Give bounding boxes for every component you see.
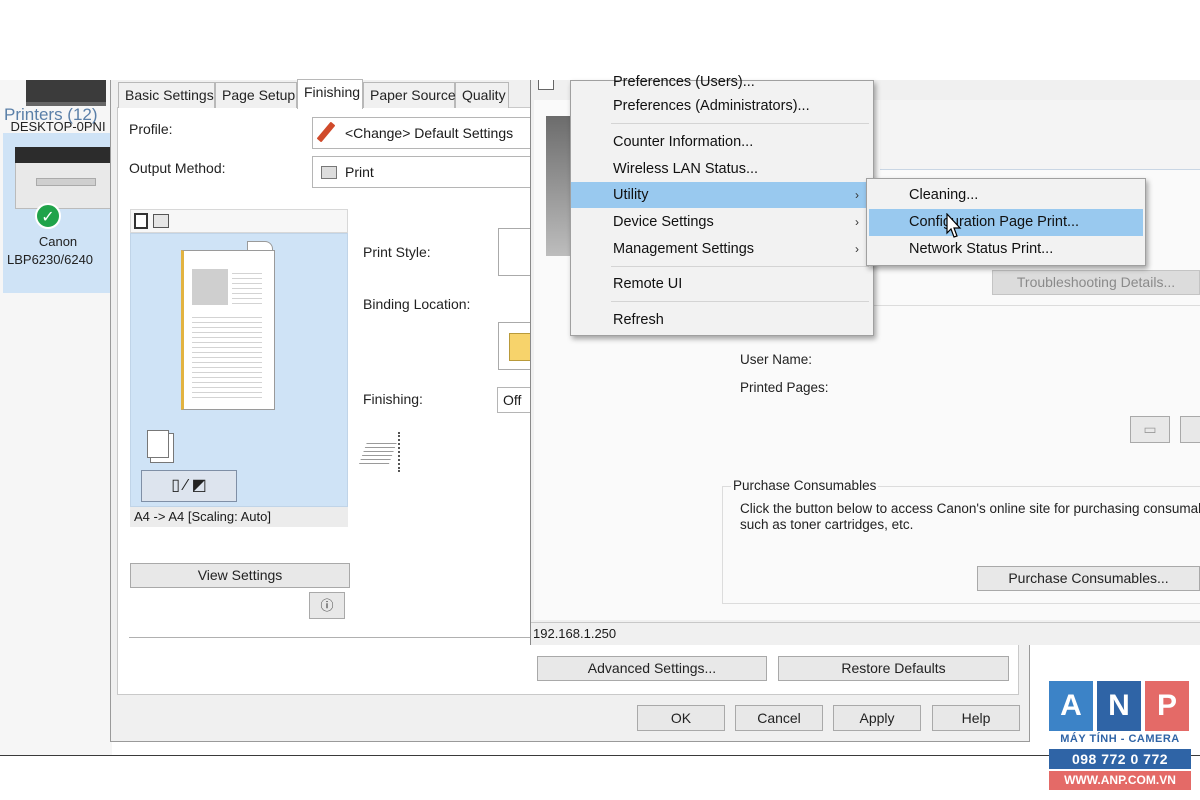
menu-item-device-settings[interactable]: Device Settings ›	[571, 209, 873, 235]
top-blank-band	[0, 0, 1200, 80]
user-name-label: User Name:	[740, 352, 813, 367]
status-header-strip	[880, 100, 1200, 170]
printer-icon	[15, 147, 111, 209]
menu-item-device-settings-label: Device Settings	[613, 214, 714, 230]
stack-depth-icon	[398, 432, 401, 472]
submenu-arrow-icon: ›	[855, 188, 859, 202]
default-printer-check-icon: ✓	[35, 203, 61, 229]
purchase-text-line1: Click the button below to access Canon's…	[740, 501, 1200, 516]
profile-label: Profile:	[129, 121, 173, 137]
utility-submenu: Cleaning... Configuration Page Print... …	[866, 178, 1146, 266]
pencil-icon	[316, 121, 336, 143]
menu-item-counter-information[interactable]: Counter Information...	[571, 129, 873, 155]
computer-icon	[26, 80, 106, 106]
printed-pages-label: Printed Pages:	[740, 380, 829, 395]
logo-letter-n: N	[1097, 681, 1141, 731]
submenu-item-cleaning[interactable]: Cleaning...	[869, 182, 1143, 209]
binding-location-label: Binding Location:	[363, 296, 471, 312]
logo-website: WWW.ANP.COM.VN	[1049, 771, 1191, 790]
logo-tagline: MÁY TÍNH - CAMERA	[1060, 733, 1180, 745]
status-bar-ip: 192.168.1.250	[531, 622, 1200, 644]
restore-defaults-button[interactable]: Restore Defaults	[778, 656, 1009, 681]
tab-quality[interactable]: Quality	[455, 82, 509, 108]
copies-icon	[147, 430, 169, 458]
finishing-mode-button[interactable]: ▯ ⁄ ◩	[141, 470, 237, 502]
mouse-cursor-icon	[946, 213, 962, 238]
submenu-arrow-icon: ›	[855, 242, 859, 256]
output-method-label: Output Method:	[129, 160, 226, 176]
printers-section-heading[interactable]: Printers (12)	[4, 105, 98, 125]
finishing-value: Off	[503, 392, 522, 408]
print-style-selector[interactable]	[498, 228, 532, 276]
logo-letter-a: A	[1049, 681, 1093, 731]
tab-basic-settings[interactable]: Basic Settings	[118, 82, 215, 108]
logo-phone: 098 772 0 772	[1049, 749, 1191, 769]
advanced-settings-button[interactable]: Advanced Settings...	[537, 656, 767, 681]
printer-info-icon[interactable]: ⓘ	[309, 592, 345, 619]
menu-item-preferences-users[interactable]: Preferences (Users)...	[571, 69, 873, 95]
submenu-item-configuration-page-print[interactable]: Configuration Page Print...	[869, 209, 1143, 236]
menu-separator	[611, 266, 869, 267]
purchase-text-line2: such as toner cartridges, etc.	[740, 517, 914, 532]
anp-watermark-logo: A N P MÁY TÍNH - CAMERA 098 772 0 772 WW…	[1049, 681, 1191, 791]
printer-name-line2: LBP6230/6240	[7, 252, 94, 267]
help-button[interactable]: Help	[932, 705, 1020, 731]
output-method-dropdown[interactable]: Print	[312, 156, 534, 188]
bottom-divider	[0, 755, 1200, 756]
menu-separator	[611, 301, 869, 302]
tab-page-setup[interactable]: Page Setup	[215, 82, 297, 108]
layout-preview: ▯ ⁄ ◩	[130, 233, 348, 507]
print-style-label: Print Style:	[363, 244, 431, 260]
document-page-icon	[181, 250, 275, 410]
purchase-consumables-button[interactable]: Purchase Consumables...	[977, 566, 1200, 591]
preview-toolbar	[130, 209, 348, 233]
finishing-label: Finishing:	[363, 391, 423, 407]
preview-caption: A4 -> A4 [Scaling: Auto]	[130, 507, 348, 527]
menu-separator	[611, 123, 869, 124]
purchase-group-title: Purchase Consumables	[731, 478, 879, 493]
submenu-arrow-icon: ›	[855, 215, 859, 229]
print-job-button-icon[interactable]: ▭	[1130, 416, 1170, 443]
menu-item-management-settings[interactable]: Management Settings ›	[571, 236, 873, 262]
printer-view-icon[interactable]	[153, 214, 169, 228]
output-method-value: Print	[345, 164, 374, 180]
menu-item-utility[interactable]: Utility ›	[571, 182, 873, 208]
tab-finishing[interactable]: Finishing	[297, 79, 363, 109]
menu-item-refresh[interactable]: Refresh	[571, 307, 873, 333]
printer-context-menu: Preferences (Users)... Preferences (Admi…	[570, 74, 874, 336]
binding-location-selector[interactable]	[498, 322, 532, 370]
menu-item-remote-ui[interactable]: Remote UI	[571, 271, 873, 297]
menu-item-utility-label: Utility	[613, 187, 649, 203]
troubleshooting-details-button[interactable]: Troubleshooting Details...	[992, 270, 1200, 295]
cancel-job-button-icon[interactable]	[1180, 416, 1200, 443]
page-view-icon[interactable]	[134, 213, 148, 229]
menu-item-wireless-lan-status[interactable]: Wireless LAN Status...	[571, 156, 873, 182]
profile-dropdown[interactable]: <Change> Default Settings	[312, 117, 534, 149]
profile-value: <Change> Default Settings	[345, 125, 514, 141]
cancel-button[interactable]: Cancel	[735, 705, 823, 731]
logo-letter-p: P	[1145, 681, 1189, 731]
menu-item-preferences-administrators[interactable]: Preferences (Administrators)...	[571, 93, 873, 119]
status-window-app-icon	[538, 80, 554, 90]
tab-paper-source[interactable]: Paper Source	[363, 82, 456, 108]
print-icon	[321, 166, 337, 179]
submenu-item-network-status-print[interactable]: Network Status Print...	[869, 236, 1143, 263]
apply-button[interactable]: Apply	[833, 705, 921, 731]
menu-item-management-settings-label: Management Settings	[613, 241, 755, 257]
view-settings-button[interactable]: View Settings	[130, 563, 350, 588]
printer-name-line1: Canon	[38, 234, 78, 249]
printer-tile-canon[interactable]: ✓ Canon LBP6230/6240	[3, 133, 115, 293]
ok-button[interactable]: OK	[637, 705, 725, 731]
